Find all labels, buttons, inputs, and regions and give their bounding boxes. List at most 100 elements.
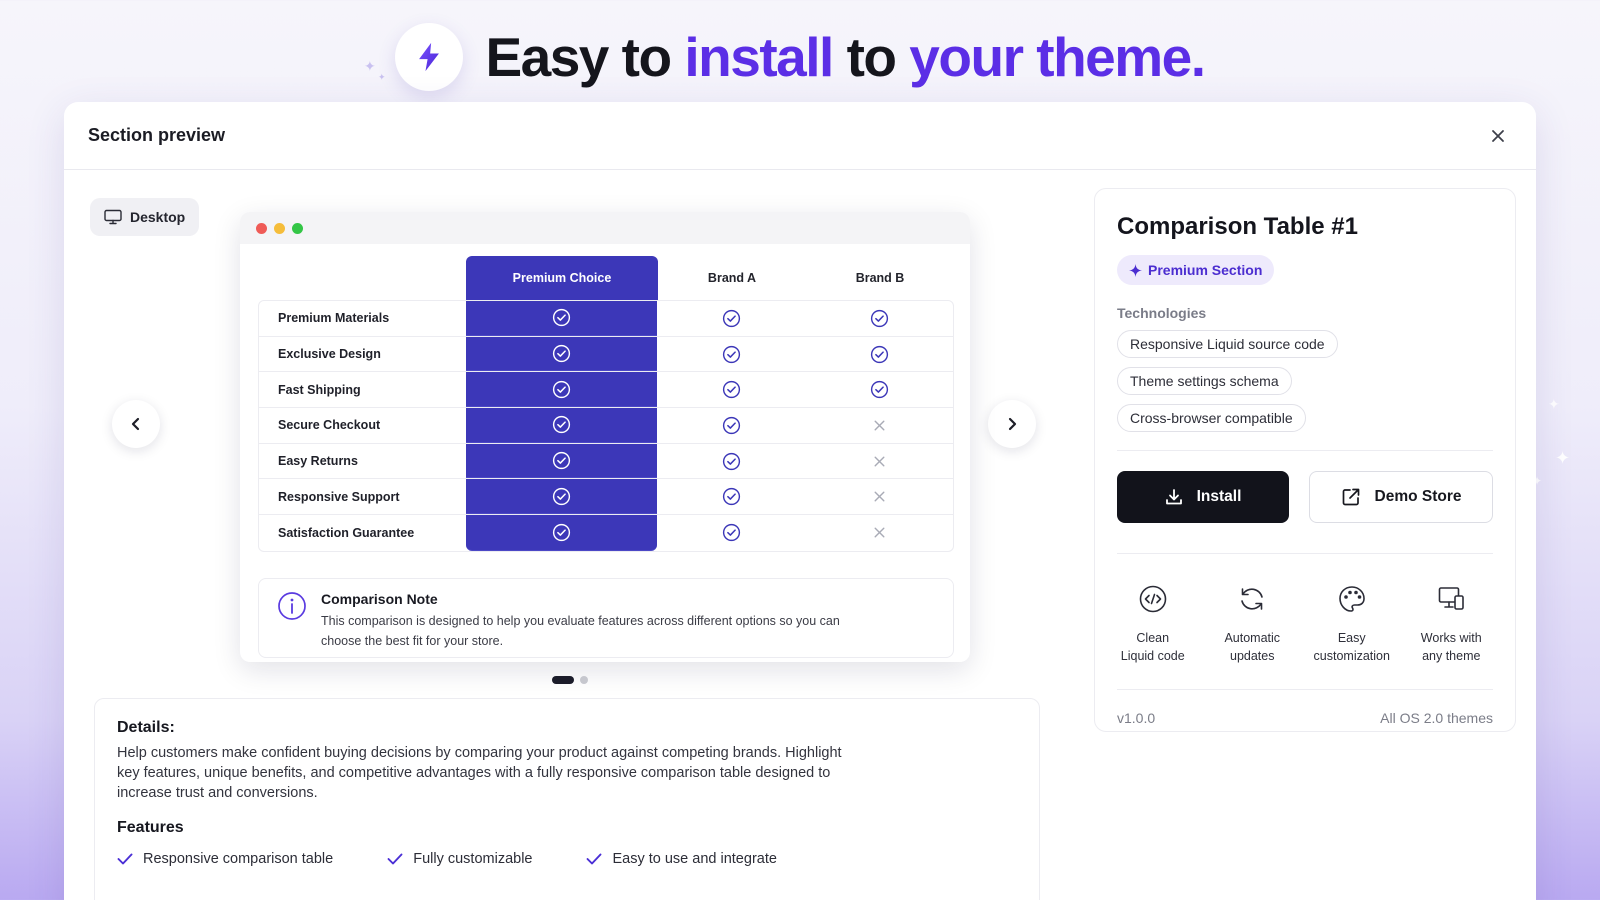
technology-tag: Cross-browser compatible	[1117, 404, 1306, 432]
sparkle-icon: ✦	[1548, 396, 1560, 412]
close-button[interactable]	[1484, 122, 1512, 150]
action-row: Install Demo Store	[1117, 471, 1493, 523]
comparison-row: Easy Returns	[259, 443, 953, 480]
desktop-viewport-button[interactable]: Desktop	[90, 198, 200, 236]
comparison-note: Comparison Note This comparison is desig…	[258, 578, 954, 658]
brand-b-cell	[805, 416, 953, 435]
pager-dot-active[interactable]	[552, 676, 574, 684]
feature-item: Easy to use and integrate	[586, 851, 777, 867]
feature-item: Fully customizable	[387, 851, 532, 867]
check-circle-icon	[722, 416, 740, 435]
benefits-row: Clean Liquid code Automatic updates Easy cu…	[1103, 584, 1501, 665]
panel-title: Section preview	[88, 125, 226, 145]
feature-label: Easy to use and integrate	[612, 851, 777, 867]
divider	[1117, 450, 1493, 451]
devices-icon	[1438, 587, 1465, 610]
benefit-works-any-theme: Works with any theme	[1402, 584, 1502, 665]
comparison-table: Premium Choice Brand A Brand B Premium M…	[258, 256, 954, 552]
hero-badge	[395, 23, 464, 91]
brand-a-header: Brand A	[707, 271, 757, 285]
premium-cell	[465, 515, 658, 551]
comparison-row: Premium Materials	[259, 301, 953, 337]
brand-b-cell	[805, 452, 953, 471]
browser-preview: Premium Choice Brand A Brand B Premium M…	[240, 212, 970, 662]
refresh-icon	[1241, 588, 1264, 610]
cross-icon	[874, 456, 885, 467]
premium-choice-header: Premium Choice	[466, 256, 658, 300]
demo-store-label: Demo Store	[1374, 488, 1462, 505]
comparison-row: Exclusive Design	[259, 336, 953, 373]
technology-tag: Theme settings schema	[1117, 367, 1292, 395]
install-label: Install	[1196, 488, 1242, 505]
brand-b-cell	[805, 345, 953, 364]
note-text: This comparison is designed to help you …	[321, 614, 840, 648]
brand-b-cell	[805, 487, 953, 506]
check-icon	[117, 853, 133, 865]
check-icon	[587, 853, 602, 865]
benefit-clean-code: Clean Liquid code	[1103, 584, 1203, 665]
premium-cell	[465, 408, 658, 443]
feature-name: Easy Returns	[278, 454, 358, 469]
pager-dot[interactable]	[580, 676, 588, 684]
cross-icon	[874, 420, 885, 431]
panel-header: Section preview	[64, 102, 1536, 170]
next-slide-button[interactable]	[988, 400, 1036, 448]
check-circle-icon	[722, 345, 740, 363]
technologies-label: Technologies	[1117, 305, 1207, 321]
chevron-right-icon	[1008, 417, 1017, 431]
details-description: Help customers make confident buying dec…	[117, 745, 842, 801]
sparkle-icon	[1129, 263, 1142, 277]
details-card: Details: Help customers make confident b…	[94, 698, 1040, 900]
check-circle-icon	[552, 451, 571, 470]
external-link-icon	[1342, 488, 1359, 506]
check-icon	[387, 853, 403, 865]
check-circle-icon	[722, 452, 740, 470]
cross-icon	[874, 527, 885, 538]
previous-slide-button[interactable]	[112, 400, 160, 448]
check-circle-icon	[552, 380, 571, 398]
cross-icon	[874, 491, 885, 502]
benefit-line: Easy	[1337, 631, 1366, 645]
version-label: v1.0.0	[1117, 710, 1156, 726]
check-circle-icon	[552, 309, 571, 327]
feature-name: Satisfaction Guarantee	[278, 525, 415, 540]
feature-name: Premium Materials	[278, 311, 390, 326]
features-list: Responsive comparison table Fully custom…	[117, 851, 1017, 867]
install-button[interactable]: Install	[1117, 471, 1290, 523]
technology-tag: Responsive Liquid source code	[1117, 330, 1338, 358]
brand-b-cell	[805, 523, 953, 542]
brand-b-header: Brand B	[855, 271, 905, 285]
premium-cell	[465, 301, 658, 336]
check-circle-icon	[552, 487, 571, 505]
monitor-icon	[104, 209, 122, 225]
benefit-line: Works with	[1420, 631, 1482, 645]
lightning-icon	[419, 42, 440, 72]
comparison-row: Responsive Support	[259, 479, 953, 516]
benefit-line: customization	[1313, 649, 1390, 663]
browser-titlebar	[240, 212, 970, 244]
benefit-line: any theme	[1422, 649, 1481, 663]
window-close-dot	[256, 222, 267, 234]
hero-title: Easy to install to your theme.	[485, 26, 1206, 88]
brand-a-cell	[657, 523, 805, 542]
check-circle-icon	[552, 344, 571, 363]
demo-store-button[interactable]: Demo Store	[1309, 471, 1493, 523]
premium-cell	[465, 479, 658, 515]
feature-name: Fast Shipping	[278, 382, 361, 397]
note-title: Comparison Note	[321, 591, 438, 607]
benefit-line: updates	[1230, 649, 1275, 663]
brand-a-cell	[657, 452, 805, 471]
window-maximize-dot	[292, 222, 303, 234]
benefit-line: Automatic	[1224, 631, 1281, 645]
carousel-pager	[552, 676, 588, 684]
comparison-header: Premium Choice Brand A Brand B	[258, 256, 954, 300]
check-circle-icon	[552, 416, 571, 434]
check-circle-icon	[722, 381, 740, 399]
comparison-row: Fast Shipping	[259, 372, 953, 409]
check-circle-icon	[552, 523, 571, 542]
brand-b-cell	[805, 380, 953, 399]
benefit-easy-customization: Easy customization	[1302, 584, 1402, 665]
feature-label: Fully customizable	[413, 851, 533, 867]
check-circle-icon	[722, 524, 740, 542]
info-icon	[278, 592, 306, 620]
